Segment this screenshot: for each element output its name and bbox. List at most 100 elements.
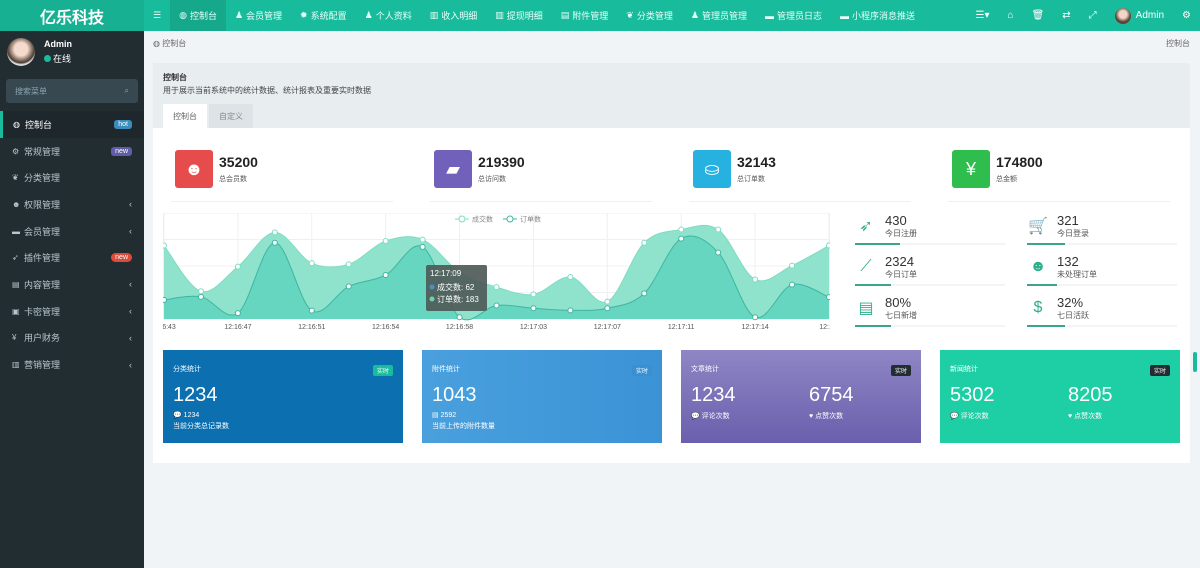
bar-chart-icon: ▥ — [12, 360, 20, 370]
card-value: 1234 — [173, 384, 218, 406]
scrollbar[interactable] — [1193, 352, 1197, 372]
mini-stat-value: 430 — [885, 213, 907, 228]
sidebar-item[interactable]: ❦ 分类管理 — [0, 164, 144, 191]
topnav-item[interactable]: ▬ 管理员日志 — [756, 0, 831, 31]
data-point — [163, 296, 167, 303]
data-point — [456, 314, 463, 321]
home-icon[interactable]: ⌂ — [999, 10, 1023, 21]
sidebar-item[interactable]: ▣ 卡密管理 ‹ — [0, 298, 144, 325]
stat-value: 35200 — [219, 154, 258, 170]
sidebar-toggle-button[interactable]: ☰ — [144, 0, 170, 31]
card-value: 1234 — [691, 384, 736, 406]
search-icon[interactable]: ⌕ — [125, 86, 129, 96]
menu-dropdown-icon[interactable]: ☰▾ — [967, 10, 999, 21]
app-logo[interactable]: 亿乐科技 — [0, 0, 144, 31]
card-label: 评论次数 — [960, 413, 989, 420]
cogs-icon: ⚙ — [12, 146, 20, 156]
sidebar-item[interactable]: ▤ 内容管理 ‹ — [0, 271, 144, 298]
legend-marker — [458, 215, 466, 223]
list-alt-icon: ▤ — [858, 300, 874, 317]
stat-label: 总订单数 — [737, 176, 765, 183]
data-point — [567, 274, 574, 281]
breadcrumb-right[interactable]: 控制台 — [1166, 38, 1190, 49]
sidebar-item[interactable]: ⚙ 常规管理 new — [0, 138, 144, 165]
leaf-icon: ❦ — [12, 173, 19, 183]
stat-card: 新闻统计 实时 5302 💬 评论次数 8205 ♥ 点赞次数 — [940, 350, 1180, 443]
topnav-item[interactable]: ▥ 收入明细 — [421, 0, 487, 31]
dashboard-icon: ◍ — [153, 39, 163, 48]
mini-stat-label: 七日活跃 — [1057, 311, 1089, 320]
language-icon[interactable]: ⇄ — [1053, 10, 1079, 21]
tab-custom[interactable]: 自定义 — [209, 104, 253, 128]
sidebar-item-label: 内容管理 — [24, 279, 61, 290]
mini-stat: ⟋ 2324 今日订单 — [855, 254, 1005, 294]
breadcrumb-home[interactable]: ◍ 控制台 — [153, 38, 186, 49]
topnav-item[interactable]: ▤ 附件管理 — [552, 0, 618, 31]
topnav-item[interactable]: ♟ 个人资料 — [356, 0, 421, 31]
top-nav: ☰ ◍ 控制台 ♟ 会员管理 ✹ 系统配置 ♟ 个人资料 ▥ 收入明细 ▥ 提现明细 ▤ 附件管理 ❦ 分类管… — [144, 0, 924, 31]
topnav-item[interactable]: ◍ 控制台 — [170, 0, 226, 31]
topnav-label: 个人资料 — [375, 11, 412, 21]
sidebar-item-label: 控制台 — [25, 119, 53, 130]
realtime-badge: 实时 — [372, 365, 393, 376]
list-icon: ▬ — [839, 10, 849, 21]
page-title: 控制台 — [163, 73, 187, 82]
tooltip-marker — [429, 296, 435, 302]
sidebar-item-label: 常规管理 — [24, 146, 61, 157]
chevron-left-icon: ‹ — [129, 359, 132, 370]
x-tick-label: 12:16:51 — [298, 324, 325, 331]
topnav-label: 管理员管理 — [701, 11, 747, 21]
x-tick-label: 12:16:58 — [446, 324, 473, 331]
online-dot-icon — [44, 55, 51, 62]
topnav-item[interactable]: ♟ 管理员管理 — [682, 0, 756, 31]
x-tick-label: 12:17:14 — [741, 324, 768, 331]
card-label: 评论次数 — [701, 413, 730, 420]
progress-bar — [855, 325, 1005, 327]
x-tick-label: 6:43 — [163, 324, 176, 331]
x-tick-label: 12:17:07 — [594, 324, 621, 331]
stat-card: 分类统计 实时 1234 💬 1234 当前分类总记录数 — [163, 350, 403, 443]
comment-icon: 💬 — [173, 412, 184, 419]
stat-box: ▰ 219390 总访问数 — [434, 150, 525, 188]
stat-box: ¥174800 总金额 — [952, 150, 1043, 188]
shopping-bag-icon: ⛀ — [693, 150, 731, 188]
data-point — [163, 242, 167, 249]
data-point — [308, 307, 315, 314]
topnav-item[interactable]: ▬ 小程序消息推送 — [831, 0, 924, 31]
topnav-item[interactable]: ♟ 会员管理 — [226, 0, 291, 31]
bar-chart-icon: ▥ — [495, 10, 504, 20]
x-tick-label: 12:17: — [819, 324, 830, 331]
data-point — [493, 302, 500, 309]
card-value: 8205 — [1068, 384, 1113, 406]
progress-fill — [1027, 243, 1065, 245]
topnav-item[interactable]: ❦ 分类管理 — [617, 0, 682, 31]
sidebar: Admin 在线 搜索菜单 ⌕ ◍ 控制台 hot ⚙ 常规管理 new ❦ 分类管理 ☻ 权限管理… — [0, 31, 144, 568]
sidebar-item[interactable]: ◍ 控制台 hot — [0, 111, 144, 138]
user-menu[interactable]: Admin — [1106, 7, 1173, 24]
sidebar-item[interactable]: ¥ 用户财务 ‹ — [0, 325, 144, 352]
topnav-label: 收入明细 — [441, 11, 478, 21]
tooltip-value: 成交数: 62 — [437, 282, 475, 292]
fullscreen-icon[interactable]: ⤢ — [1080, 10, 1106, 21]
sidebar-item[interactable]: ▬ 会员管理 ‹ — [0, 218, 144, 245]
data-point — [641, 290, 648, 297]
data-point — [419, 243, 426, 250]
data-point — [789, 262, 796, 269]
trash-icon[interactable]: 🗑 — [1023, 10, 1054, 21]
topnav-item[interactable]: ▥ 提现明细 — [486, 0, 552, 31]
settings-icon[interactable]: ⚙ — [1173, 10, 1200, 21]
sidebar-item[interactable]: ➶ 插件管理 new — [0, 244, 144, 271]
menu-badge: new — [111, 253, 132, 263]
progress-fill — [1027, 325, 1065, 327]
user-icon: ♟ — [364, 10, 373, 20]
cart-icon: 🛒 — [1028, 218, 1048, 235]
data-point — [530, 305, 537, 312]
data-point — [715, 249, 722, 256]
sidebar-item[interactable]: ☻ 权限管理 ‹ — [0, 191, 144, 218]
topnav-item[interactable]: ✹ 系统配置 — [291, 0, 356, 31]
user-icon: ♟ — [234, 10, 244, 20]
menu-search-input[interactable]: 搜索菜单 ⌕ — [6, 79, 138, 103]
tab-dashboard[interactable]: 控制台 — [163, 104, 207, 128]
line-chart-icon: ⟋ — [860, 258, 872, 275]
sidebar-item[interactable]: ▥ 营销管理 ‹ — [0, 351, 144, 378]
